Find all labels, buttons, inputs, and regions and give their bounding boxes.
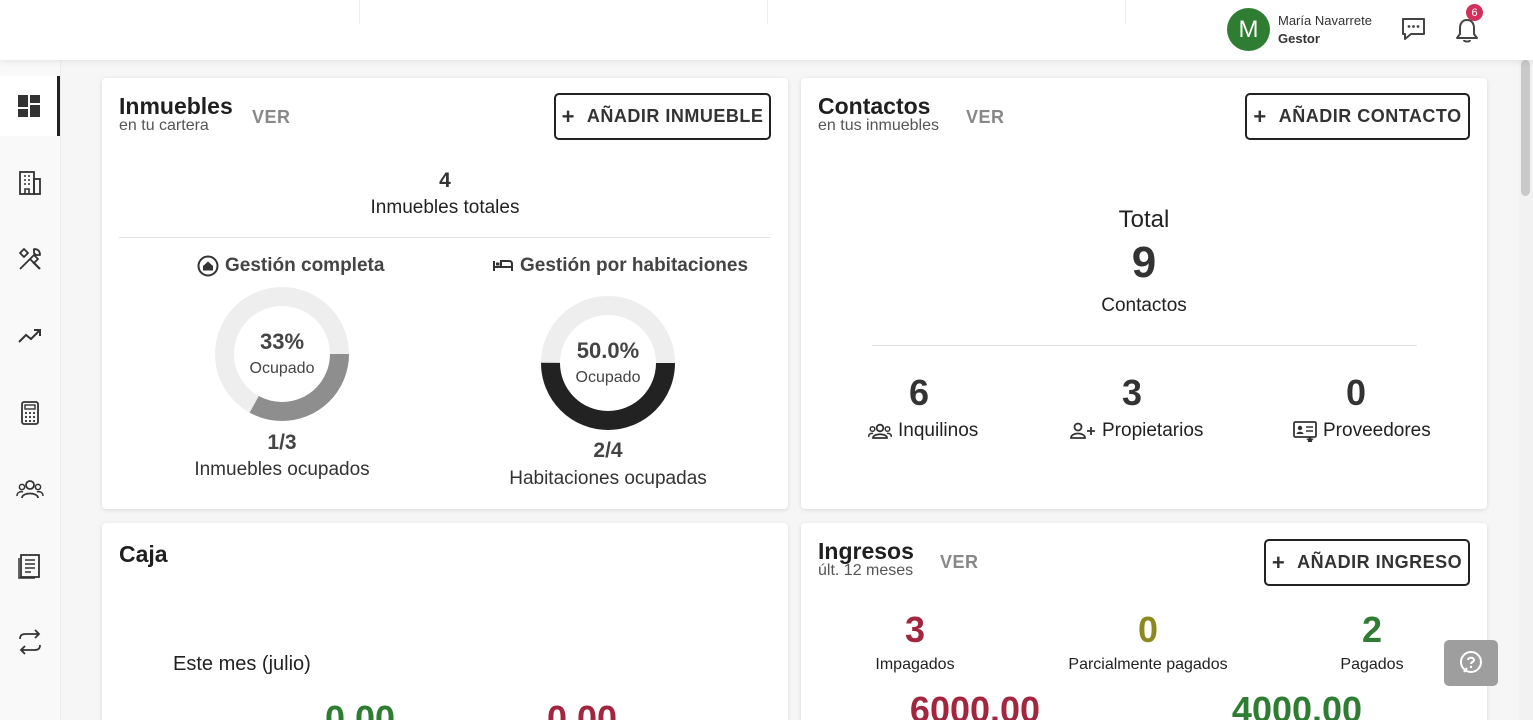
calculator-icon: [21, 401, 39, 425]
gestion-completa-percent: 33%: [259, 329, 305, 354]
inmuebles-title: Inmuebles: [119, 93, 233, 119]
dashboard-icon: [17, 95, 40, 117]
trending-up-icon: [18, 329, 41, 343]
ingresos-unpaid-amount: 6000.00: [909, 689, 1041, 720]
inquilinos-label: Inquilinos: [898, 420, 979, 441]
help-chat-button[interactable]: [1444, 640, 1498, 686]
document-icon: [18, 554, 40, 579]
caja-title: Caja: [119, 541, 168, 567]
top-bar-segment: [768, 0, 1126, 24]
top-bar-segment: [360, 0, 768, 24]
add-inmueble-label: AÑADIR INMUEBLE: [586, 106, 764, 126]
notification-count-badge: 6: [1466, 4, 1483, 21]
gestion-completa-ocupado-label: Ocupado: [249, 360, 315, 377]
add-contacto-button[interactable]: + AÑADIR CONTACTO: [1245, 93, 1470, 140]
impagados-label: Impagados: [875, 656, 955, 673]
ingresos-title: Ingresos: [818, 538, 914, 564]
contactos-ver-link[interactable]: VER: [966, 107, 1005, 128]
sidebar-item-documents[interactable]: [0, 536, 60, 596]
tools-icon: [19, 248, 41, 270]
group-icon: [868, 423, 892, 439]
inmuebles-card: Inmuebles en tu cartera VER + AÑADIR INMU…: [102, 78, 788, 509]
home-circle-icon: [197, 255, 219, 277]
caja-expense-value: 0.00: [546, 698, 618, 720]
contactos-subtitle: en tus inmuebles: [818, 117, 939, 134]
propietarios-count: 3: [1121, 372, 1143, 413]
gestion-completa-ratio: 1/3: [267, 431, 297, 454]
contactos-total-value: 9: [1131, 238, 1157, 287]
top-bar-segment: [0, 0, 360, 24]
caja-period-label: Este mes (julio): [173, 653, 311, 675]
user-name: María Navarrete: [1278, 13, 1372, 28]
pagados-count: 2: [1361, 609, 1383, 650]
sidebar-item-contacts[interactable]: [0, 459, 60, 519]
transfer-icon: [19, 629, 41, 655]
gestion-completa-ratio-label: Inmuebles ocupados: [194, 459, 370, 480]
gestion-habitaciones-ratio-label: Habitaciones ocupadas: [509, 468, 707, 489]
owners-icon: [1070, 422, 1095, 439]
proveedores-label: Proveedores: [1323, 420, 1431, 441]
add-ingreso-label: AÑADIR INGRESO: [1297, 552, 1463, 572]
sidebar-item-analytics[interactable]: [0, 306, 60, 366]
divider: [119, 237, 771, 238]
sidebar: [0, 60, 61, 720]
parcialmente-pagados-label: Parcialmente pagados: [1068, 656, 1228, 673]
inmuebles-ver-link[interactable]: VER: [252, 107, 291, 128]
building-icon: [19, 171, 41, 195]
ingresos-ver-link[interactable]: VER: [940, 552, 979, 573]
add-ingreso-button[interactable]: + AÑADIR INGRESO: [1264, 539, 1470, 586]
sidebar-item-properties[interactable]: [0, 153, 60, 213]
add-contacto-label: AÑADIR CONTACTO: [1278, 106, 1462, 126]
people-icon: [16, 480, 44, 499]
add-inmueble-button[interactable]: + AÑADIR INMUEBLE: [554, 93, 771, 140]
inmuebles-subtitle: en tu cartera: [119, 117, 209, 134]
bed-icon: [493, 260, 513, 271]
contactos-total-label: Contactos: [1101, 295, 1187, 316]
gestion-habitaciones-ocupado-label: Ocupado: [575, 369, 641, 386]
inmuebles-total-value: 4: [439, 169, 451, 192]
gestion-habitaciones-label: Gestión por habitaciones: [520, 255, 749, 276]
top-bar: M María Navarrete Gestor 6: [0, 0, 1533, 60]
sidebar-item-maintenance[interactable]: [0, 229, 60, 289]
plus-icon: +: [1253, 103, 1267, 129]
user-role: Gestor: [1278, 31, 1320, 46]
contactos-card: Contactos en tus inmuebles VER + AÑADIR C…: [801, 78, 1487, 509]
propietarios-label-row: Propietarios: [1070, 420, 1203, 442]
inquilinos-count: 6: [908, 372, 930, 413]
messages-icon[interactable]: [1400, 16, 1427, 42]
ingresos-card: Ingresos últ. 12 meses VER + AÑADIR INGRE…: [801, 523, 1487, 720]
sidebar-item-transactions[interactable]: [0, 612, 60, 672]
gestion-habitaciones-header: Gestión por habitaciones: [492, 255, 748, 277]
gestion-habitaciones-percent: 50.0%: [576, 338, 640, 363]
plus-icon: +: [561, 103, 575, 129]
pagados-label: Pagados: [1340, 656, 1404, 673]
gestion-habitaciones-ratio: 2/4: [593, 439, 623, 462]
user-avatar[interactable]: M: [1227, 8, 1270, 51]
page-scrollbar-thumb[interactable]: [1521, 60, 1530, 196]
caja-card: Caja Este mes (julio) 0.00 0.00: [102, 523, 788, 720]
ingresos-subtitle: últ. 12 meses: [818, 562, 914, 579]
divider: [872, 345, 1417, 346]
gestion-completa-label: Gestión completa: [225, 255, 385, 276]
contactos-title: Contactos: [818, 93, 931, 119]
caja-income-value: 0.00: [324, 698, 396, 720]
help-chat-icon: [1460, 651, 1482, 673]
plus-icon: +: [1271, 549, 1286, 575]
gestion-completa-header: Gestión completa: [197, 255, 384, 277]
sidebar-item-dashboard[interactable]: [0, 76, 60, 136]
contactos-total-heading: Total: [1118, 206, 1170, 233]
provider-card-icon: [1293, 421, 1317, 442]
inquilinos-label-row: Inquilinos: [868, 420, 978, 442]
impagados-count: 3: [904, 609, 926, 650]
ingresos-paid-amount: 4000.00: [1231, 689, 1363, 720]
inmuebles-total-label: Inmuebles totales: [370, 197, 520, 218]
proveedores-count: 0: [1345, 372, 1367, 413]
propietarios-label: Propietarios: [1102, 420, 1204, 441]
parcialmente-pagados-count: 0: [1137, 609, 1159, 650]
proveedores-label-row: Proveedores: [1293, 420, 1431, 442]
sidebar-item-accounting[interactable]: [0, 383, 60, 443]
